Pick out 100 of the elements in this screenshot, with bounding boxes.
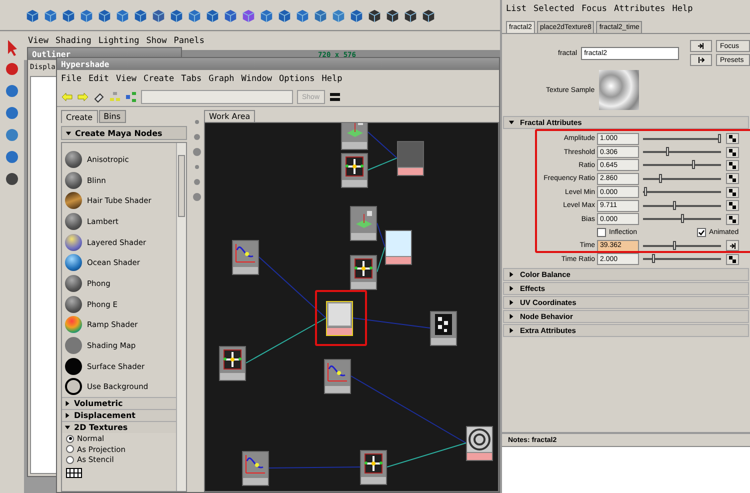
menu-item[interactable]: Lighting: [98, 36, 140, 46]
menu-item[interactable]: View: [28, 36, 48, 46]
shader-swatch-icon[interactable]: [65, 192, 82, 210]
eraser-icon[interactable]: [93, 91, 105, 103]
shader-swatch-icon[interactable]: [65, 316, 82, 334]
input-connection-button[interactable]: [726, 240, 739, 252]
shelf-icon[interactable]: [367, 8, 382, 22]
shader-swatch-icon[interactable]: [65, 296, 82, 313]
texture-node[interactable]: [219, 346, 246, 381]
section-header[interactable]: 2D Textures: [62, 421, 176, 434]
map-button[interactable]: [726, 133, 739, 144]
tool-icon[interactable]: [3, 104, 21, 122]
slider-thumb[interactable]: [673, 240, 676, 250]
shelf-icon[interactable]: [385, 8, 400, 22]
panel-header[interactable]: Create Maya Nodes: [61, 126, 187, 140]
slider-thumb[interactable]: [692, 160, 695, 170]
collapse-arrow-icon[interactable]: [64, 424, 71, 432]
checkbox[interactable]: [697, 228, 706, 237]
slider-thumb[interactable]: [718, 134, 721, 143]
shader-swatch-icon[interactable]: [65, 172, 82, 189]
shelf-icon[interactable]: [151, 8, 166, 22]
shader-swatch-icon[interactable]: [65, 378, 82, 396]
menu-item[interactable]: Show: [146, 36, 167, 46]
slider-thumb[interactable]: [681, 214, 684, 224]
tool-icon[interactable]: [3, 82, 21, 100]
shelf-icon[interactable]: [169, 8, 184, 22]
tool-icon[interactable]: [3, 148, 21, 166]
shelf-icon[interactable]: [421, 8, 436, 22]
texture-node[interactable]: [350, 206, 377, 241]
texture-node[interactable]: [242, 451, 269, 486]
shader-swatch-icon[interactable]: [65, 274, 82, 292]
menu-item[interactable]: Tabs: [181, 74, 202, 84]
radio-button[interactable]: [66, 445, 74, 453]
section-header[interactable]: Displacement: [62, 409, 176, 422]
slider-thumb[interactable]: [644, 187, 648, 196]
texture-node[interactable]: [341, 153, 368, 188]
texture-node[interactable]: [360, 450, 387, 485]
menu-item[interactable]: Create: [143, 74, 174, 84]
menu-item[interactable]: Focus: [581, 4, 608, 14]
shader-swatch-icon[interactable]: [65, 358, 82, 375]
menu-item[interactable]: Window: [241, 74, 272, 84]
collapse-arrow-icon[interactable]: [508, 119, 515, 126]
shader-swatch-icon[interactable]: [65, 337, 82, 354]
arrow-right-icon[interactable]: [77, 91, 89, 103]
checkbox[interactable]: [597, 228, 606, 237]
menu-item[interactable]: Shading: [55, 36, 92, 46]
shelf-icon[interactable]: [97, 8, 112, 22]
map-button[interactable]: [726, 186, 739, 198]
shelf-icon[interactable]: [223, 8, 238, 22]
network-icon[interactable]: [125, 91, 137, 103]
tool-icon[interactable]: [3, 60, 21, 78]
map-button[interactable]: [726, 254, 739, 265]
shelf-icon[interactable]: [403, 8, 418, 22]
shelf-icon[interactable]: [277, 8, 292, 22]
shelf-icon[interactable]: [25, 8, 40, 22]
search-field[interactable]: [141, 90, 293, 104]
map-button[interactable]: [726, 146, 739, 158]
menu-item[interactable]: Edit: [88, 74, 109, 84]
menu-item[interactable]: Help: [322, 74, 342, 84]
panel-tab[interactable]: Bins: [98, 110, 126, 123]
collapse-arrow-icon[interactable]: [65, 130, 72, 136]
texture-node[interactable]: [430, 311, 457, 346]
slider-thumb[interactable]: [652, 254, 656, 264]
shelf-icon[interactable]: [205, 8, 220, 22]
menu-item[interactable]: Options: [278, 74, 315, 84]
slider-thumb[interactable]: [659, 174, 662, 183]
shader-swatch-icon[interactable]: [65, 234, 82, 251]
radio-button[interactable]: [66, 434, 74, 442]
shader-swatch-icon[interactable]: [65, 212, 82, 230]
menu-item[interactable]: Panels: [174, 36, 204, 46]
arrow-left-icon[interactable]: [61, 91, 73, 103]
menu-item[interactable]: File: [61, 74, 82, 84]
tool-icon[interactable]: [3, 170, 21, 188]
map-button[interactable]: [726, 214, 739, 225]
shader-swatch-icon[interactable]: [65, 254, 82, 272]
slider-thumb[interactable]: [666, 147, 670, 156]
input-connection-button[interactable]: [690, 40, 712, 52]
texture-node[interactable]: [350, 255, 377, 290]
shelf-icon[interactable]: [349, 8, 364, 22]
texture-node[interactable]: [385, 230, 412, 265]
panel-tab[interactable]: Create: [61, 110, 98, 123]
map-button[interactable]: [726, 160, 739, 171]
layout-icon[interactable]: [328, 91, 341, 103]
texture-node[interactable]: [324, 359, 351, 394]
section-header[interactable]: Volumetric: [62, 397, 176, 410]
menu-item[interactable]: Attributes: [614, 4, 666, 14]
grid-icon[interactable]: [66, 468, 82, 478]
menu-item[interactable]: Selected: [533, 4, 574, 14]
shelf-icon[interactable]: [61, 8, 76, 22]
work-area-tab[interactable]: Work Area: [204, 110, 256, 122]
shader-swatch-icon[interactable]: [65, 150, 82, 168]
texture-node[interactable]: [341, 123, 368, 150]
texture-node[interactable]: [397, 141, 424, 176]
slider-thumb[interactable]: [673, 200, 676, 210]
menu-item[interactable]: List: [506, 4, 526, 14]
map-button[interactable]: [726, 173, 739, 184]
menu-item[interactable]: Help: [672, 4, 693, 14]
notes-field[interactable]: [502, 447, 750, 493]
radio-button[interactable]: [66, 456, 74, 464]
scrollbar[interactable]: [176, 143, 186, 491]
